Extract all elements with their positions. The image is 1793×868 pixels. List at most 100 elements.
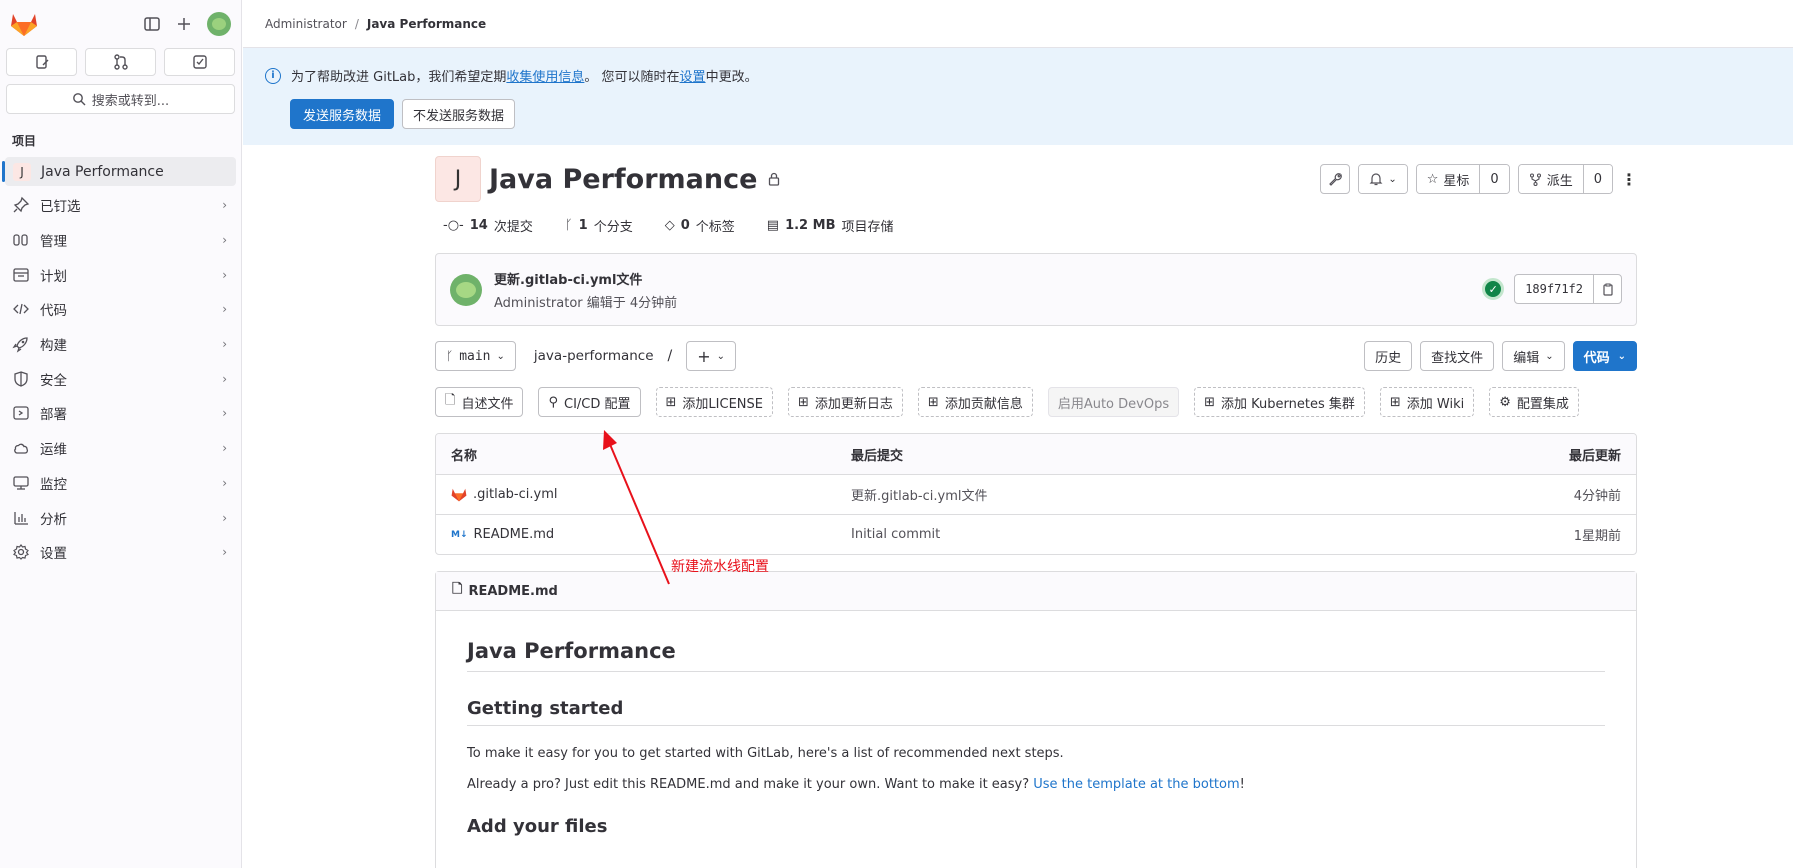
star-icon: ☆ (1426, 171, 1439, 187)
sidebar-item-operate[interactable]: 运维 › (0, 431, 241, 466)
fork-count[interactable]: 0 (1582, 165, 1612, 193)
find-file-button[interactable]: 查找文件 (1420, 341, 1495, 371)
branch-selector[interactable]: ᚴ main ⌄ (435, 341, 516, 371)
deploy-icon (13, 406, 29, 421)
commit-author[interactable]: Administrator (494, 296, 583, 311)
wrench-icon (1329, 172, 1342, 186)
star-count[interactable]: 0 (1479, 165, 1509, 193)
add-changelog-button[interactable]: ⊞ 添加更新日志 (787, 387, 903, 417)
readme-button[interactable]: 🗋 自述文件 (435, 387, 524, 417)
user-avatar[interactable] (207, 12, 231, 36)
add-kubernetes-button[interactable]: ⊞ 添加 Kubernetes 集群 (1194, 387, 1365, 417)
sidebar-item-settings[interactable]: 设置 › (0, 535, 241, 570)
sidebar-item-security[interactable]: 安全 › (0, 361, 241, 396)
branches-stat[interactable]: ᚴ 1 个分支 (565, 216, 633, 235)
search-button[interactable]: 搜索或转到... (6, 84, 235, 114)
commit-sha[interactable]: 189f71f2 (1515, 275, 1593, 303)
gitlab-file-icon (451, 488, 467, 502)
copy-sha-button[interactable] (1593, 275, 1621, 303)
template-link[interactable]: Use the template at the bottom (1033, 777, 1239, 792)
todo-icon (192, 55, 207, 69)
file-name[interactable]: README.md (474, 527, 555, 542)
sidebar-item-monitor[interactable]: 监控 › (0, 466, 241, 501)
project-header: J Java Performance ⌄ ☆ 星标 0 派生 0 ⋮ (435, 156, 1637, 202)
commits-stat[interactable]: -○- 14 次提交 (443, 216, 533, 235)
chart-icon (14, 511, 28, 525)
integrations-label: 配置集成 (1516, 396, 1569, 412)
gitlab-logo-icon[interactable] (10, 11, 38, 37)
last-commit-column-header: 最后提交 (851, 448, 904, 464)
readme-p2-end: ! (1239, 777, 1245, 792)
commit-time: 编辑于 4分钟前 (586, 295, 678, 311)
annotation-label: 新建流水线配置 (671, 559, 769, 575)
table-row[interactable]: M↓ README.md Initial commit 1星期前 (436, 514, 1636, 554)
plus-icon[interactable] (175, 15, 193, 33)
table-row[interactable]: .gitlab-ci.yml 更新.gitlab-ci.yml文件 4分钟前 (436, 474, 1636, 514)
usage-data-banner: i 为了帮助改进 GitLab，我们希望定期收集使用信息。 您可以随时在设置中更… (243, 48, 1793, 145)
more-actions-icon[interactable]: ⋮ (1621, 164, 1637, 194)
issues-tab[interactable] (6, 48, 77, 76)
sidebar-item-deploy[interactable]: 部署 › (0, 396, 241, 431)
fork-button-group: 派生 0 (1517, 164, 1613, 194)
sidebar-item-pinned[interactable]: 已钉选 › (0, 188, 241, 223)
add-contributing-button[interactable]: ⊞ 添加贡献信息 (917, 387, 1033, 417)
add-license-button[interactable]: ⊞ 添加LICENSE (655, 387, 773, 417)
branches-count: 1 (578, 218, 588, 233)
chevron-right-icon: › (222, 337, 227, 352)
file-commit[interactable]: Initial commit (851, 527, 1421, 542)
add-kubernetes-label: 添加 Kubernetes 集群 (1221, 396, 1355, 412)
repository-path[interactable]: java-performance (534, 348, 654, 364)
breadcrumb-parent[interactable]: Administrator (265, 17, 347, 31)
sidebar-project-item[interactable]: J Java Performance (2, 157, 236, 186)
sidebar-item-manage[interactable]: 管理 › (0, 223, 241, 258)
sidebar-item-code[interactable]: 代码 › (0, 292, 241, 327)
code-dropdown[interactable]: 代码 ⌄ (1572, 341, 1637, 371)
readme-filename[interactable]: README.md (468, 584, 557, 599)
readme-panel: 🗋 README.md Java Performance Getting sta… (435, 571, 1637, 868)
cicd-config-button[interactable]: ⚲ CI/CD 配置 (538, 387, 641, 417)
add-wiki-label: 添加 Wiki (1406, 396, 1465, 412)
sidebar-toggle-icon[interactable] (143, 15, 161, 33)
enable-auto-devops-button[interactable]: 启用Auto DevOps (1047, 387, 1180, 417)
settings-link[interactable]: 设置 (680, 70, 706, 85)
configure-integrations-button[interactable]: ⚙ 配置集成 (1489, 387, 1579, 417)
cloud-icon (14, 443, 29, 454)
bell-icon (1369, 173, 1383, 186)
add-wiki-button[interactable]: ⊞ 添加 Wiki (1379, 387, 1475, 417)
todos-tab[interactable] (164, 48, 235, 76)
tags-stat[interactable]: ◇ 0 个标签 (665, 216, 735, 235)
sidebar-item-analyze[interactable]: 分析 › (0, 500, 241, 535)
dont-send-service-data-button[interactable]: 不发送服务数据 (402, 99, 516, 129)
star-button[interactable]: ☆ 星标 (1416, 165, 1480, 193)
readme-label: 自述文件 (461, 396, 514, 412)
sidebar-item-plan[interactable]: 计划 › (0, 257, 241, 292)
commit-author-avatar[interactable] (450, 273, 482, 306)
readme-heading: Java Performance (467, 639, 1605, 672)
add-license-label: 添加LICENSE (682, 396, 763, 412)
send-service-data-button[interactable]: 发送服务数据 (290, 99, 395, 129)
file-name[interactable]: .gitlab-ci.yml (473, 487, 557, 502)
fork-button[interactable]: 派生 (1518, 165, 1583, 193)
breadcrumb: Administrator / Java Performance (243, 0, 1793, 48)
edit-dropdown[interactable]: 编辑 ⌄ (1502, 341, 1565, 371)
storage-stat[interactable]: ▤ 1.2 MB 项目存储 (767, 216, 894, 235)
usage-data-link[interactable]: 收集使用信息 (506, 70, 584, 85)
gear-icon: ⚙ (1499, 394, 1511, 410)
search-icon (72, 93, 86, 106)
breadcrumb-current[interactable]: Java Performance (367, 17, 486, 31)
notifications-dropdown[interactable]: ⌄ (1358, 164, 1408, 194)
readme-subheading-2: Add your files (467, 816, 608, 837)
merge-requests-tab[interactable] (85, 48, 156, 76)
commit-title[interactable]: 更新.gitlab-ci.yml文件 (494, 269, 677, 288)
pin-icon (13, 197, 30, 213)
pipeline-passed-icon[interactable]: ✓ (1482, 278, 1505, 300)
notifications-toggle[interactable]: ⌄ (1359, 165, 1407, 193)
add-to-tree-dropdown[interactable]: + ⌄ (686, 341, 737, 371)
admin-settings-button[interactable] (1320, 164, 1351, 194)
chevron-right-icon: › (222, 441, 227, 456)
markdown-icon: M↓ (451, 529, 468, 540)
file-commit[interactable]: 更新.gitlab-ci.yml文件 (851, 485, 1421, 504)
sidebar-item-build[interactable]: 构建 › (0, 327, 241, 362)
history-button[interactable]: 历史 (1364, 341, 1413, 371)
sidebar-item-label: 安全 (40, 372, 67, 389)
